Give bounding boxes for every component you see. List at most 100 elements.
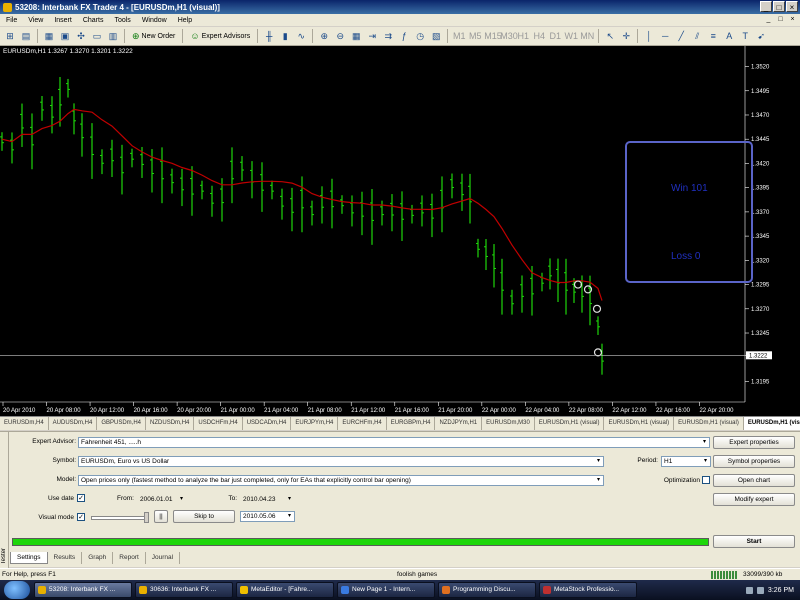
- menu-file[interactable]: File: [2, 17, 24, 24]
- chart-tab[interactable]: AUDUSDm,H4: [49, 417, 98, 430]
- child-close-button[interactable]: ×: [788, 15, 797, 24]
- chart-tab[interactable]: EURUSDm,H1 (visual): [743, 417, 800, 430]
- timeframe-h4[interactable]: H4: [532, 29, 546, 43]
- clock[interactable]: 3:26 PM: [768, 587, 794, 594]
- strategy-tester-icon[interactable]: ▥: [106, 29, 120, 43]
- optimization-checkbox[interactable]: [702, 476, 710, 484]
- timeframe-mn[interactable]: MN: [580, 29, 594, 43]
- arrows-icon[interactable]: ➹: [754, 29, 768, 43]
- taskbar-item[interactable]: New Page 1 - Intern...: [337, 582, 435, 598]
- fibonacci-icon[interactable]: ≡: [706, 29, 720, 43]
- timeframe-d1[interactable]: D1: [548, 29, 562, 43]
- minimize-button[interactable]: _: [760, 1, 772, 12]
- line-chart-icon[interactable]: ∿: [294, 29, 308, 43]
- zoom-in-icon[interactable]: ⊕: [317, 29, 331, 43]
- tab-results[interactable]: Results: [48, 552, 83, 564]
- timeframe-m30[interactable]: M30: [500, 29, 518, 43]
- use-date-checkbox[interactable]: ✓: [77, 494, 85, 502]
- visual-speed-slider[interactable]: [91, 516, 149, 520]
- price-chart[interactable]: 1.3520 1.3495 1.3470 1.3445 1.3420 1.3395 1.33…: [0, 46, 800, 416]
- chart-tab[interactable]: EURUSDm,H1 (visual): [674, 417, 744, 430]
- symbol-select[interactable]: EURUSDm, Euro vs US Dollar ▾: [78, 456, 604, 467]
- tile-windows-icon[interactable]: ▦: [349, 29, 363, 43]
- chart-tab[interactable]: NZDUSDm,H4: [146, 417, 195, 430]
- timeframe-h1[interactable]: H1: [516, 29, 530, 43]
- menu-help[interactable]: Help: [174, 17, 199, 24]
- timeframe-m5[interactable]: M5: [468, 29, 482, 43]
- network-icon[interactable]: [745, 586, 753, 594]
- chart-shift-icon[interactable]: ⇥: [365, 29, 379, 43]
- menu-insert[interactable]: Insert: [50, 17, 79, 24]
- start-button[interactable]: Start: [713, 535, 795, 548]
- periods-icon[interactable]: ◷: [413, 29, 427, 43]
- model-select[interactable]: Open prices only (fastest method to anal…: [78, 475, 604, 486]
- from-date-field[interactable]: 2006.01.01 ▾: [137, 494, 187, 505]
- taskbar-item[interactable]: MetaEditor - [Fahre...: [236, 582, 334, 598]
- indicators-icon[interactable]: ƒ: [397, 29, 411, 43]
- chart-tab[interactable]: EURUSDm,M30: [482, 417, 535, 430]
- new-order-button[interactable]: ⊕ New Order: [129, 29, 178, 44]
- channel-icon[interactable]: ⫽: [690, 29, 704, 43]
- chart-tab[interactable]: EURUSDm,H4: [0, 417, 49, 430]
- close-button[interactable]: ×: [786, 1, 798, 12]
- symbol-properties-button[interactable]: Symbol properties: [713, 455, 795, 468]
- chart-tab[interactable]: EURUSDm,H1 (visual): [535, 417, 605, 430]
- chart-tab[interactable]: EURGBPm,H4: [387, 417, 436, 430]
- menu-charts[interactable]: Charts: [79, 17, 111, 24]
- to-date-field[interactable]: 2010.04.23 ▾: [240, 494, 295, 505]
- expert-properties-button[interactable]: Expert properties: [713, 436, 795, 449]
- zoom-out-icon[interactable]: ⊖: [333, 29, 347, 43]
- timeframe-w1[interactable]: W1: [564, 29, 578, 43]
- autoscroll-icon[interactable]: ⇉: [381, 29, 395, 43]
- slider-thumb[interactable]: [144, 512, 149, 523]
- taskbar-item[interactable]: MetaStock Professio...: [539, 582, 637, 598]
- trendline-icon[interactable]: ╱: [674, 29, 688, 43]
- tab-journal[interactable]: Journal: [146, 552, 181, 564]
- tab-settings[interactable]: Settings: [10, 552, 48, 564]
- terminal-icon[interactable]: ▭: [90, 29, 104, 43]
- chart-tab[interactable]: USDCADm,H4: [243, 417, 292, 430]
- visual-mode-checkbox[interactable]: ✓: [77, 513, 85, 521]
- market-watch-icon[interactable]: ▦: [42, 29, 56, 43]
- text-label-icon[interactable]: T: [738, 29, 752, 43]
- expert-advisor-select[interactable]: Fahrenheit 451, .....h ▾: [78, 437, 710, 448]
- vertical-line-icon[interactable]: │: [642, 29, 656, 43]
- menu-tools[interactable]: Tools: [110, 17, 137, 24]
- timeframe-m1[interactable]: M1: [452, 29, 466, 43]
- bar-chart-icon[interactable]: ╫: [262, 29, 276, 43]
- timeframe-m15[interactable]: M15: [484, 29, 502, 43]
- taskbar-item[interactable]: 30636: Interbank FX ...: [135, 582, 233, 598]
- skip-to-button[interactable]: Skip to: [173, 510, 235, 523]
- new-chart-icon[interactable]: ⊞: [3, 29, 17, 43]
- open-chart-button[interactable]: Open chart: [713, 474, 795, 487]
- start-button-icon[interactable]: [4, 581, 30, 599]
- profiles-icon[interactable]: ▤: [19, 29, 33, 43]
- taskbar-item[interactable]: Programming Discu...: [438, 582, 536, 598]
- text-icon[interactable]: A: [722, 29, 736, 43]
- pause-button[interactable]: ||: [154, 510, 168, 523]
- modify-expert-button[interactable]: Modify expert: [713, 493, 795, 506]
- child-restore-button[interactable]: □: [776, 15, 785, 24]
- chart-tab[interactable]: EURJPYm,H4: [291, 417, 339, 430]
- chart-tab[interactable]: NZDJPYm,H1: [435, 417, 483, 430]
- menu-view[interactable]: View: [24, 17, 50, 24]
- period-select[interactable]: H1 ▾: [661, 456, 711, 467]
- navigator-icon[interactable]: ✣: [74, 29, 88, 43]
- skip-to-date-field[interactable]: 2010.05.06 ▾: [240, 511, 295, 522]
- maximize-button[interactable]: □: [773, 1, 785, 12]
- data-window-icon[interactable]: ▣: [58, 29, 72, 43]
- chart-tab[interactable]: GBPUSDm,H4: [97, 417, 147, 430]
- chart-tab[interactable]: USDCHFm,H4: [194, 417, 243, 430]
- taskbar-item[interactable]: 53208: Interbank FX ...: [34, 582, 132, 598]
- volume-icon[interactable]: [756, 586, 764, 594]
- chart-tab[interactable]: EURCHFm,H4: [338, 417, 387, 430]
- tab-graph[interactable]: Graph: [82, 552, 114, 564]
- cursor-icon[interactable]: ↖: [603, 29, 617, 43]
- chart-tab[interactable]: EURUSDm,H1 (visual): [604, 417, 675, 430]
- menu-window[interactable]: Window: [138, 17, 174, 24]
- templates-icon[interactable]: ▧: [429, 29, 443, 43]
- child-minimize-button[interactable]: _: [764, 15, 773, 24]
- crosshair-icon[interactable]: ✛: [619, 29, 633, 43]
- horizontal-line-icon[interactable]: ─: [658, 29, 672, 43]
- tab-report[interactable]: Report: [113, 552, 146, 564]
